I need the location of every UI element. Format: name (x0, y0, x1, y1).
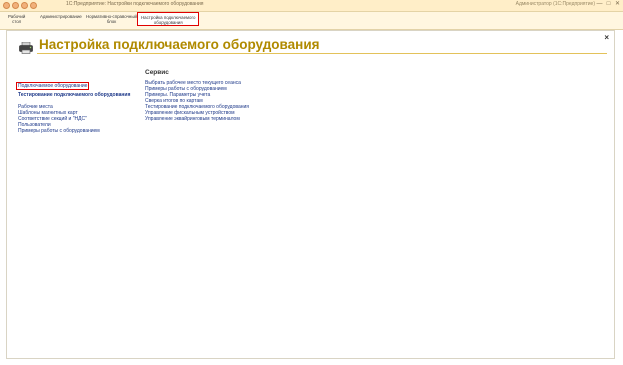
nav-desktop[interactable]: Рабочий стол (8, 14, 25, 24)
section-panel: Рабочий стол Администрирование Нормативн… (0, 12, 623, 30)
window-user-text: Администратор (1С:Предприятие) (515, 1, 595, 7)
nav-label-line2: блок (106, 19, 117, 24)
back-icon[interactable] (12, 2, 19, 9)
link-test-equipment[interactable]: Тестирование подключаемого оборудования (18, 92, 130, 98)
link-equipment-examples[interactable]: Примеры работы с оборудованием (18, 128, 130, 134)
nav-reference-block[interactable]: Нормативно-справочный блок (86, 14, 137, 24)
close-window-icon[interactable]: ✕ (614, 1, 621, 8)
nav-administration[interactable]: Администрирование (40, 14, 82, 19)
left-links: Подключаемое оборудование Тестирование п… (16, 74, 130, 134)
nav-label-line2: оборудования (153, 20, 183, 25)
link-connected-equipment[interactable]: Подключаемое оборудование (16, 82, 90, 90)
forward-icon[interactable] (21, 2, 28, 9)
window-menu-buttons (3, 2, 37, 9)
maximize-icon[interactable]: □ (605, 1, 612, 8)
service-link[interactable]: Управление эквайринговым терминалом (145, 116, 249, 122)
title-divider (37, 53, 607, 54)
home-icon[interactable] (30, 2, 37, 9)
main-panel: × Настройка подключаемого оборудования П… (6, 30, 615, 359)
nav-label-line1: Администрирование (40, 14, 82, 19)
printer-icon (19, 42, 33, 54)
app-menu-icon[interactable] (3, 2, 10, 9)
window-title: 1С:Предприятие: Настройки подключаемого … (66, 1, 204, 7)
window-controls: — □ ✕ (596, 1, 621, 8)
close-icon[interactable]: × (604, 33, 609, 42)
service-title: Сервис (145, 69, 169, 76)
nav-label-line2: стол (12, 19, 22, 24)
nav-equipment-setup[interactable]: Настройка подключаемого оборудования (137, 12, 200, 26)
service-section: Сервис Выбрать рабочее место текущего се… (145, 69, 249, 122)
window-titlebar: 1С:Предприятие: Настройки подключаемого … (0, 0, 623, 12)
minimize-icon[interactable]: — (596, 1, 603, 8)
page-title: Настройка подключаемого оборудования (39, 37, 320, 52)
